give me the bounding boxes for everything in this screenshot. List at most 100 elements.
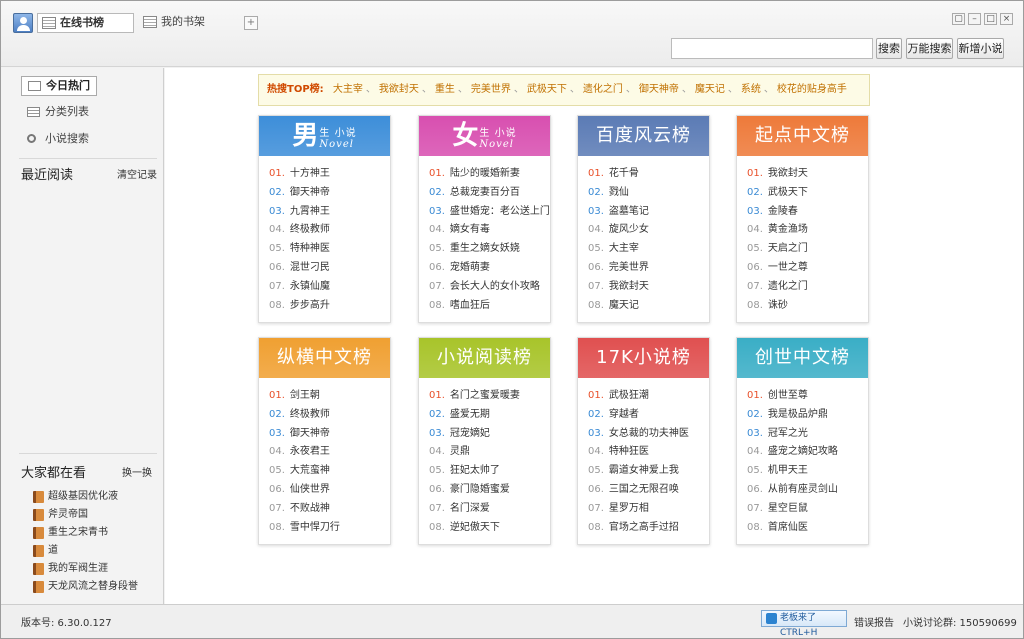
list-item[interactable]: 04. 特种狂医: [588, 443, 709, 462]
sidebar-item-search[interactable]: 小说搜索: [21, 130, 97, 150]
tab-bookshelf[interactable]: 我的书架: [139, 13, 239, 33]
list-item[interactable]: 01. 十方神王: [269, 165, 390, 184]
list-item[interactable]: 01. 剑王朝: [269, 387, 390, 406]
list-item[interactable]: 01. 我欲封天: [747, 165, 868, 184]
sidebar-item-categories[interactable]: 分类列表: [21, 103, 97, 123]
list-item[interactable]: 08. 官场之高手过招: [588, 519, 709, 538]
hot-search-item[interactable]: 校花的贴身高手: [777, 84, 847, 95]
list-item[interactable]: 04. 灵鼎: [429, 443, 550, 462]
list-item[interactable]: 07. 我欲封天: [588, 278, 709, 297]
list-item[interactable]: 道: [33, 542, 138, 560]
list-item[interactable]: 07. 会长大人的女仆攻略: [429, 278, 550, 297]
add-novel-button[interactable]: 新增小说: [957, 38, 1004, 59]
ranking-card-title[interactable]: 创世中文榜: [737, 338, 868, 378]
search-input[interactable]: [671, 38, 873, 59]
list-item[interactable]: 06. 混世刁民: [269, 259, 390, 278]
list-item[interactable]: 05. 重生之嫡女妖娆: [429, 240, 550, 259]
list-item[interactable]: 05. 机甲天王: [747, 462, 868, 481]
list-item[interactable]: 06. 从前有座灵剑山: [747, 481, 868, 500]
list-item[interactable]: 02. 终极教师: [269, 406, 390, 425]
list-item[interactable]: 05. 天启之门: [747, 240, 868, 259]
list-item[interactable]: 03. 冠军之光: [747, 425, 868, 444]
list-item[interactable]: 我的军阀生涯: [33, 560, 138, 578]
list-item[interactable]: 03. 冠宠嫡妃: [429, 425, 550, 444]
list-item[interactable]: 08. 雪中悍刀行: [269, 519, 390, 538]
ranking-card-title[interactable]: 女生 小说 Novel: [419, 116, 550, 156]
list-item[interactable]: 06. 三国之无限召唤: [588, 481, 709, 500]
list-item[interactable]: 06. 仙侠世界: [269, 481, 390, 500]
list-item[interactable]: 03. 九霄神王: [269, 203, 390, 222]
clear-history-link[interactable]: 清空记录: [117, 166, 157, 181]
list-item[interactable]: 01. 武极狂潮: [588, 387, 709, 406]
list-item[interactable]: 05. 大荒蛮神: [269, 462, 390, 481]
list-item[interactable]: 02. 穿越者: [588, 406, 709, 425]
ranking-card-title[interactable]: 17K小说榜: [578, 338, 709, 378]
tab-online-rankings[interactable]: 在线书榜: [37, 13, 134, 33]
list-item[interactable]: 05. 狂妃太帅了: [429, 462, 550, 481]
list-item[interactable]: 03. 金陵春: [747, 203, 868, 222]
hot-search-item[interactable]: 魔天记: [695, 84, 725, 95]
hot-search-item[interactable]: 我欲封天: [379, 84, 419, 95]
list-item[interactable]: 08. 魔天记: [588, 297, 709, 316]
list-item[interactable]: 01. 花千骨: [588, 165, 709, 184]
list-item[interactable]: 05. 大主宰: [588, 240, 709, 259]
close-icon[interactable]: ×: [1000, 13, 1013, 25]
boss-key-button[interactable]: 老板来了CTRL+H: [761, 610, 847, 638]
list-item[interactable]: 06. 宠婚萌妻: [429, 259, 550, 278]
list-item[interactable]: 01. 陆少的暖婚新妻: [429, 165, 550, 184]
list-item[interactable]: 03. 御天神帝: [269, 425, 390, 444]
list-item[interactable]: 07. 永镇仙魔: [269, 278, 390, 297]
list-item[interactable]: 06. 一世之尊: [747, 259, 868, 278]
search-button[interactable]: 搜索: [876, 38, 902, 59]
list-item[interactable]: 05. 霸道女神爱上我: [588, 462, 709, 481]
list-item[interactable]: 04. 嫡女有毒: [429, 221, 550, 240]
list-item[interactable]: 08. 逆妃傲天下: [429, 519, 550, 538]
list-item[interactable]: 斧灵帝国: [33, 506, 138, 524]
hot-search-item[interactable]: 武极天下: [527, 84, 567, 95]
list-item[interactable]: 02. 盛爱无期: [429, 406, 550, 425]
sidebar-item-today-hot[interactable]: 今日热门: [21, 76, 97, 96]
list-item[interactable]: 03. 女总裁的功夫神医: [588, 425, 709, 444]
skin-icon[interactable]: ▢: [952, 13, 965, 25]
list-item[interactable]: 02. 我是极品炉鼎: [747, 406, 868, 425]
list-item[interactable]: 07. 星罗万相: [588, 500, 709, 519]
user-avatar-icon[interactable]: [13, 13, 33, 33]
hot-search-item[interactable]: 遗化之门: [583, 84, 623, 95]
ranking-card-title[interactable]: 男生 小说 Novel: [259, 116, 390, 156]
list-item[interactable]: 03. 盗墓笔记: [588, 203, 709, 222]
list-item[interactable]: 04. 终极教师: [269, 221, 390, 240]
ranking-card-title[interactable]: 小说阅读榜: [419, 338, 550, 378]
list-item[interactable]: 01. 名门之蜜爱暖妻: [429, 387, 550, 406]
add-tab-button[interactable]: +: [244, 16, 258, 30]
list-item[interactable]: 02. 戮仙: [588, 184, 709, 203]
ranking-card-title[interactable]: 百度风云榜: [578, 116, 709, 156]
refresh-link[interactable]: 换一换: [122, 464, 152, 479]
ranking-card-title[interactable]: 起点中文榜: [737, 116, 868, 156]
list-item[interactable]: 08. 步步高升: [269, 297, 390, 316]
list-item[interactable]: 05. 特种神医: [269, 240, 390, 259]
list-item[interactable]: 01. 创世至尊: [747, 387, 868, 406]
hot-search-item[interactable]: 完美世界: [471, 84, 511, 95]
list-item[interactable]: 02. 御天神帝: [269, 184, 390, 203]
maximize-icon[interactable]: □: [984, 13, 997, 25]
list-item[interactable]: 超级基因优化液: [33, 488, 138, 506]
error-report-link[interactable]: 错误报告: [854, 614, 894, 629]
list-item[interactable]: 07. 星空巨鼠: [747, 500, 868, 519]
list-item[interactable]: 08. 诛砂: [747, 297, 868, 316]
list-item[interactable]: 02. 总裁宠妻百分百: [429, 184, 550, 203]
list-item[interactable]: 重生之宋青书: [33, 524, 138, 542]
list-item[interactable]: 04. 旋风少女: [588, 221, 709, 240]
ranking-card-title[interactable]: 纵横中文榜: [259, 338, 390, 378]
list-item[interactable]: 天龙风流之替身段誉: [33, 578, 138, 596]
list-item[interactable]: 02. 武极天下: [747, 184, 868, 203]
hot-search-item[interactable]: 系统: [741, 84, 761, 95]
list-item[interactable]: 04. 盛宠之嫡妃攻略: [747, 443, 868, 462]
list-item[interactable]: 04. 永夜君王: [269, 443, 390, 462]
universal-search-button[interactable]: 万能搜索: [906, 38, 953, 59]
minimize-icon[interactable]: –: [968, 13, 981, 25]
list-item[interactable]: 07. 名门深爱: [429, 500, 550, 519]
hot-search-item[interactable]: 重生: [435, 84, 455, 95]
list-item[interactable]: 06. 完美世界: [588, 259, 709, 278]
list-item[interactable]: 07. 遗化之门: [747, 278, 868, 297]
hot-search-item[interactable]: 御天神帝: [639, 84, 679, 95]
